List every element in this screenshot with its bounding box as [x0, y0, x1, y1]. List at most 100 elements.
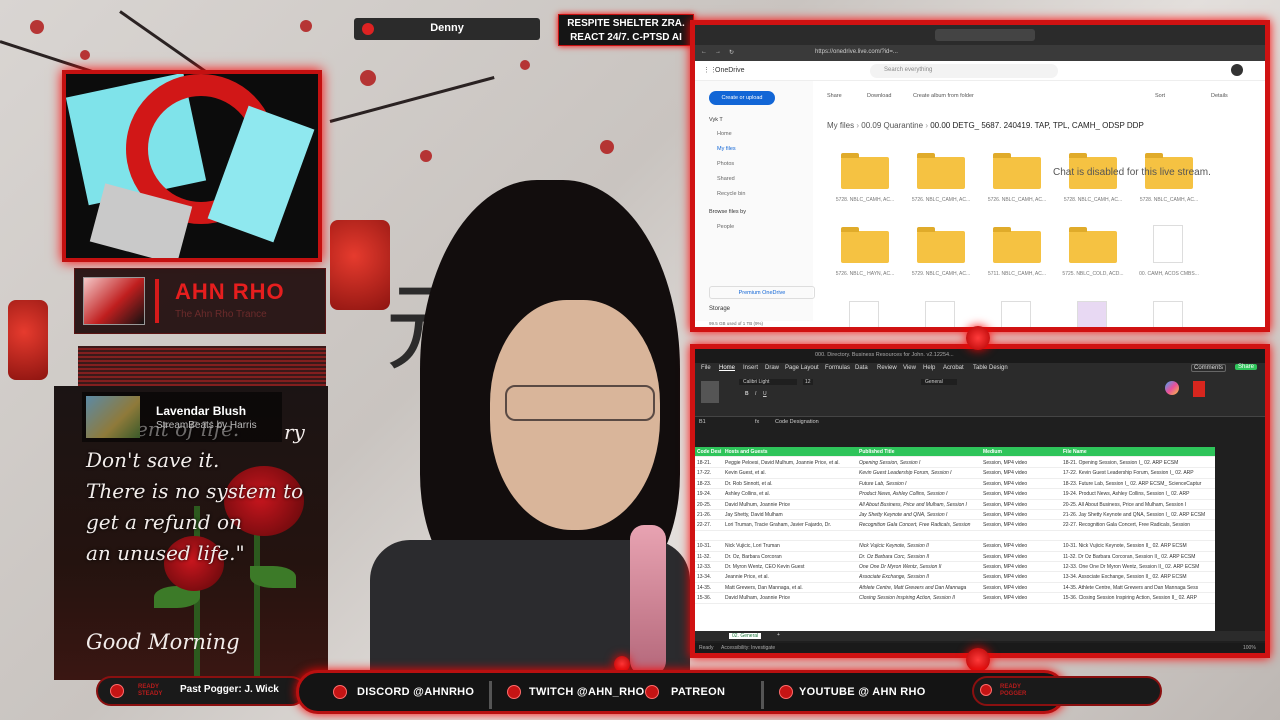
table-cell[interactable]: 22-27. Recognition Gala Concert, Free Ra… — [1063, 522, 1213, 528]
folder-icon[interactable] — [917, 227, 965, 263]
youtube-link[interactable]: YOUTUBE @ AHN RHO — [799, 686, 926, 698]
table-cell[interactable]: Kevin Guest, et al. — [725, 470, 857, 476]
column-header[interactable]: Hosts and Guests — [725, 449, 857, 455]
table-cell[interactable]: 22-27. — [697, 522, 723, 528]
nav-photos[interactable]: Photos — [717, 161, 734, 167]
table-cell[interactable]: 17-22. Kevin Guest Leadership Forum, Ses… — [1063, 470, 1213, 476]
table-cell[interactable]: 19-24. — [697, 491, 723, 497]
table-cell[interactable]: Session, MP4 video — [983, 554, 1061, 560]
formula-input[interactable]: Code Designation — [775, 419, 819, 425]
tab-page-layout[interactable]: Page Layout — [785, 365, 819, 371]
table-cell[interactable]: Future Lab, Session I — [859, 481, 981, 487]
create-upload-button[interactable]: Create or upload — [709, 91, 775, 105]
sort-button[interactable]: Sort — [1155, 93, 1165, 99]
tab-review[interactable]: Review — [877, 365, 897, 371]
nav-people[interactable]: People — [717, 224, 734, 230]
tab-view[interactable]: View — [903, 365, 916, 371]
table-cell[interactable]: Session, MP4 video — [983, 512, 1061, 518]
column-header[interactable]: Medium — [983, 449, 1061, 455]
table-cell[interactable]: Session, MP4 video — [983, 595, 1061, 601]
zoom-level[interactable]: 100% — [1243, 645, 1256, 651]
table-row[interactable] — [695, 531, 1215, 542]
folder-label[interactable]: 00. CAMH, ACOS CMBS... — [1131, 271, 1207, 277]
table-cell[interactable]: Session, MP4 video — [983, 460, 1061, 466]
table-cell[interactable]: Matt Grewers, Dan Mannaga, et al. — [725, 585, 857, 591]
share-button[interactable]: Share — [827, 93, 842, 99]
table-row[interactable]: 15-36. David Mulham, Joannie Price Closing… — [695, 593, 1215, 604]
document-thumbnail[interactable] — [1077, 301, 1107, 327]
table-cell[interactable]: 10-31. Nick Vujicic Keynote, Session II_… — [1063, 543, 1213, 549]
table-cell[interactable]: Product News, Ashley Collins, Session I — [859, 491, 981, 497]
back-icon[interactable]: ← — [701, 49, 707, 55]
table-header-row[interactable]: Code Desi Hosts and Guests Published Title… — [695, 447, 1215, 458]
table-cell[interactable]: Ashley Collins, et al. — [725, 491, 857, 497]
folder-icon[interactable] — [841, 153, 889, 189]
table-cell[interactable]: Associate Exchange, Session II — [859, 574, 981, 580]
tab-acrobat[interactable]: Acrobat — [943, 365, 964, 371]
table-cell[interactable]: 15-36. — [697, 595, 723, 601]
table-cell[interactable]: Jeannie Price, et al. — [725, 574, 857, 580]
tab-insert[interactable]: Insert — [743, 365, 758, 371]
table-cell[interactable]: Session, MP4 video — [983, 585, 1061, 591]
download-button[interactable]: Download — [867, 93, 891, 99]
table-row[interactable]: 11-32. Dr. Oz, Barbara Corcoran Dr. Oz Bar… — [695, 552, 1215, 562]
table-cell[interactable]: Dr. Rob Sinnott, et al. — [725, 481, 857, 487]
document-thumbnail[interactable] — [849, 301, 879, 327]
twitch-link[interactable]: TWITCH @AHN_RHO — [529, 686, 644, 698]
table-cell[interactable]: 13-34. Associate Exchange, Session II_ 0… — [1063, 574, 1213, 580]
table-row[interactable]: 21-26. Jay Shetty, David Mulham Jay Shetty… — [695, 510, 1215, 521]
folder-icon[interactable] — [993, 153, 1041, 189]
table-cell[interactable]: 21-26. Jay Shetty Keynote and QNA, Sessi… — [1063, 512, 1213, 518]
table-row[interactable]: 12-33. Dr. Myron Wentz, CEO Kevin Guest On… — [695, 562, 1215, 573]
table-cell[interactable]: David Mulhum, Joannie Price — [725, 502, 857, 508]
table-cell[interactable]: Kevin Guest Leadership Forum, Session I — [859, 470, 981, 476]
table-row[interactable]: 19-24. Ashley Collins, et al. Product News… — [695, 489, 1215, 500]
name-box[interactable]: B1 — [699, 419, 729, 425]
table-cell[interactable]: Session, MP4 video — [983, 543, 1061, 549]
table-cell[interactable]: 20-25. — [697, 502, 723, 508]
table-cell[interactable]: Recognition Gala Concert, Free Radicals,… — [859, 522, 981, 528]
table-cell[interactable]: Session, MP4 video — [983, 491, 1061, 497]
nav-my-files[interactable]: My files — [717, 146, 736, 152]
table-row[interactable]: 13-34. Jeannie Price, et al. Associate Exc… — [695, 572, 1215, 583]
tab-home[interactable]: Home — [719, 365, 735, 371]
document-thumbnail[interactable] — [1001, 301, 1031, 327]
discord-link[interactable]: DISCORD @AHNRHO — [357, 686, 474, 698]
search-input[interactable]: Search everything — [870, 64, 1058, 78]
patreon-link[interactable]: PATREON — [671, 686, 725, 698]
tab-data[interactable]: Data — [855, 365, 868, 371]
table-cell[interactable]: Nick Vujicic, Lori Truman — [725, 543, 857, 549]
share-button[interactable]: Share — [1235, 364, 1258, 370]
table-cell[interactable]: Session, MP4 video — [983, 574, 1061, 580]
table-cell[interactable]: Jay Shetty Keynote and QNA, Session I — [859, 512, 981, 518]
table-cell[interactable]: One One Dr Myron Wentz, Session II — [859, 564, 981, 570]
column-header[interactable]: File Name — [1063, 449, 1213, 455]
add-sheet-icon[interactable]: + — [777, 632, 780, 638]
document-thumbnail[interactable] — [925, 301, 955, 327]
sheet-tab[interactable]: 02. General — [729, 633, 762, 639]
folder-icon[interactable] — [917, 153, 965, 189]
folder-label[interactable]: 5726. NBLC_CAMH, AC... — [903, 197, 979, 203]
address-bar[interactable]: ← → ↻ https://onedrive.live.com/?id=... — [695, 45, 1265, 61]
font-name-select[interactable]: Calibri Light — [739, 379, 797, 385]
folder-label[interactable]: 5711. NBLC_CAMH, AC... — [979, 271, 1055, 277]
tab-help[interactable]: Help — [923, 365, 935, 371]
forward-icon[interactable]: → — [715, 49, 721, 55]
underline-icon[interactable]: U — [763, 391, 767, 397]
table-cell[interactable]: 13-34. — [697, 574, 723, 580]
comments-button[interactable]: Comments — [1191, 364, 1227, 372]
folder-icon[interactable] — [841, 227, 889, 263]
table-cell[interactable]: David Mulham, Joannie Price — [725, 595, 857, 601]
avatar[interactable] — [1231, 64, 1243, 76]
table-cell[interactable]: Athlete Centre, Matt Grewers and Dan Man… — [859, 585, 981, 591]
table-row[interactable]: 22-27. Lori Truman, Tracie Graham, Javier… — [695, 520, 1215, 531]
folder-icon[interactable] — [1069, 227, 1117, 263]
table-cell[interactable]: Dr. Oz, Barbara Corcoran — [725, 554, 857, 560]
tab-table-design[interactable]: Table Design — [973, 365, 1008, 371]
table-cell[interactable]: 12-33. — [697, 564, 723, 570]
tab-draw[interactable]: Draw — [765, 365, 779, 371]
folder-label[interactable]: 5726. NBLC_ HAYN, AC... — [827, 271, 903, 277]
table-cell[interactable]: 10-31. — [697, 543, 723, 549]
table-cell[interactable]: Peggie Peloesi, David Mulhum, Joannie Pr… — [725, 460, 857, 466]
acrobat-icon[interactable] — [1193, 381, 1205, 397]
